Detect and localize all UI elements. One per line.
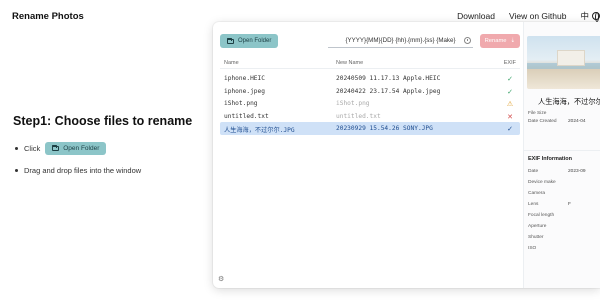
pattern-value: {YYYY}{MM}{DD} {hh}.{mm}.{ss} {Make} bbox=[345, 37, 456, 44]
rename-icon: ⇣ bbox=[510, 38, 516, 44]
lens-value: F bbox=[568, 202, 571, 207]
exif-date-label: Date bbox=[528, 169, 539, 174]
focal-length-row: Focal length bbox=[528, 213, 554, 218]
download-link[interactable]: Download bbox=[457, 11, 495, 21]
step-click-text: Click bbox=[24, 143, 41, 153]
file-name: iphone.jpeg bbox=[224, 87, 265, 95]
focal-length-label: Focal length bbox=[528, 213, 555, 218]
iso-label: ISO bbox=[528, 246, 537, 251]
language-switch[interactable]: 中 bbox=[580, 10, 600, 22]
divider bbox=[524, 150, 600, 151]
aperture-row: Aperture bbox=[528, 224, 546, 229]
lens-row: Lens F bbox=[528, 202, 571, 207]
check-icon: ✓ bbox=[507, 125, 513, 133]
top-nav: Download View on Github 中 bbox=[457, 10, 600, 22]
check-icon: ✓ bbox=[507, 87, 513, 96]
settings-icon[interactable]: ⚙ bbox=[218, 275, 224, 283]
camera-label: Camera bbox=[528, 191, 546, 196]
date-created-value: 2024-04 bbox=[568, 119, 586, 124]
hero-open-folder-button[interactable]: Open Folder bbox=[45, 141, 107, 155]
check-icon: ✓ bbox=[507, 75, 513, 83]
rename-label: Rename bbox=[484, 38, 507, 44]
aperture-label: Aperture bbox=[528, 224, 547, 229]
file-panel: Open Folder {YYYY}{MM}{DD} {hh}.{mm}.{ss… bbox=[213, 22, 523, 288]
step-list: Click Open Folder Drag and drop files in… bbox=[15, 137, 141, 181]
photo-title: 人生海海，不过尔尔 bbox=[538, 97, 600, 106]
bullet-icon bbox=[15, 168, 18, 172]
globe-icon bbox=[592, 12, 600, 22]
column-exif: EXIF bbox=[503, 60, 516, 66]
camera-row: Camera bbox=[528, 191, 545, 196]
new-file-name: iShot.png bbox=[336, 100, 370, 107]
hero-title: Step1: Choose files to rename bbox=[13, 114, 193, 128]
table-row[interactable]: iphone.HEIC 20240509 11.17.13 Apple.HEIC ✓ bbox=[220, 72, 520, 85]
file-name: 人生海海，不过尔尔.JPG bbox=[224, 127, 295, 134]
toolbar: Open Folder {YYYY}{MM}{DD} {hh}.{mm}.{ss… bbox=[220, 34, 520, 48]
clock-icon[interactable] bbox=[464, 37, 471, 44]
step-drag-text: Drag and drop files into the window bbox=[24, 165, 142, 175]
photo-preview bbox=[527, 36, 600, 89]
file-size-row: File Size bbox=[528, 111, 546, 116]
step-drag-item: Drag and drop files into the window bbox=[15, 159, 141, 181]
exif-date-row: Date 2023-09 bbox=[528, 169, 586, 174]
language-label: 中 bbox=[580, 11, 589, 21]
lens-label: Lens bbox=[528, 202, 539, 207]
page: Rename Photos Download View on Github 中 … bbox=[0, 0, 600, 300]
hero-open-folder-label: Open Folder bbox=[63, 144, 100, 152]
app-window: Open Folder {YYYY}{MM}{DD} {hh}.{mm}.{ss… bbox=[213, 22, 600, 288]
open-folder-label: Open Folder bbox=[238, 38, 272, 44]
device-make-row: Device make bbox=[528, 180, 556, 185]
pattern-input[interactable]: {YYYY}{MM}{DD} {hh}.{mm}.{ss} {Make} bbox=[328, 34, 473, 48]
new-file-name: 20240422 23.17.54 Apple.jpeg bbox=[336, 87, 441, 95]
new-file-name: 20240509 11.17.13 Apple.HEIC bbox=[336, 75, 441, 82]
table-row[interactable]: iShot.png iShot.png ⚠ bbox=[220, 97, 520, 110]
date-created-label: Date Created bbox=[528, 119, 557, 124]
iso-row: ISO bbox=[528, 246, 536, 251]
column-name: Name bbox=[224, 60, 239, 66]
exif-title: EXIF Information bbox=[528, 156, 572, 162]
table-row[interactable]: iphone.jpeg 20240422 23.17.54 Apple.jpeg ✓ bbox=[220, 85, 520, 98]
device-make-label: Device make bbox=[528, 180, 556, 185]
table-row[interactable]: 人生海海，不过尔尔.JPG 20230929 15.54.26 SONY.JPG ✓ bbox=[220, 122, 520, 135]
open-folder-button[interactable]: Open Folder bbox=[220, 34, 279, 48]
rename-button[interactable]: Rename ⇣ bbox=[480, 34, 520, 48]
column-new-name: New Name bbox=[336, 60, 364, 66]
step-click-item: Click Open Folder bbox=[15, 137, 141, 159]
bullet-icon bbox=[15, 146, 18, 150]
warning-icon: ⚠ bbox=[506, 100, 514, 108]
file-list: iphone.HEIC 20240509 11.17.13 Apple.HEIC ✓… bbox=[220, 72, 520, 135]
details-panel: 人生海海，不过尔尔 File Size Date Created 2024-04… bbox=[523, 22, 600, 288]
file-name: iphone.HEIC bbox=[224, 75, 265, 82]
x-icon: ✕ bbox=[507, 112, 513, 121]
shutter-row: Shutter bbox=[528, 235, 543, 240]
brand-title: Rename Photos bbox=[12, 11, 84, 22]
file-name: iShot.png bbox=[224, 100, 258, 107]
table-row[interactable]: untitled.txt untitled.txt ✕ bbox=[220, 110, 520, 123]
github-link[interactable]: View on Github bbox=[509, 11, 567, 21]
photo-building bbox=[557, 50, 585, 66]
shutter-label: Shutter bbox=[528, 235, 544, 240]
date-created-row: Date Created 2024-04 bbox=[528, 119, 586, 124]
new-file-name: 20230929 15.54.26 SONY.JPG bbox=[336, 125, 433, 132]
file-size-label: File Size bbox=[528, 111, 547, 116]
folder-icon bbox=[52, 144, 60, 151]
file-name: untitled.txt bbox=[224, 112, 269, 120]
exif-date-value: 2023-09 bbox=[568, 169, 586, 174]
folder-icon bbox=[227, 37, 234, 44]
table-header: Name New Name EXIF bbox=[220, 57, 520, 69]
new-file-name: untitled.txt bbox=[336, 112, 381, 120]
